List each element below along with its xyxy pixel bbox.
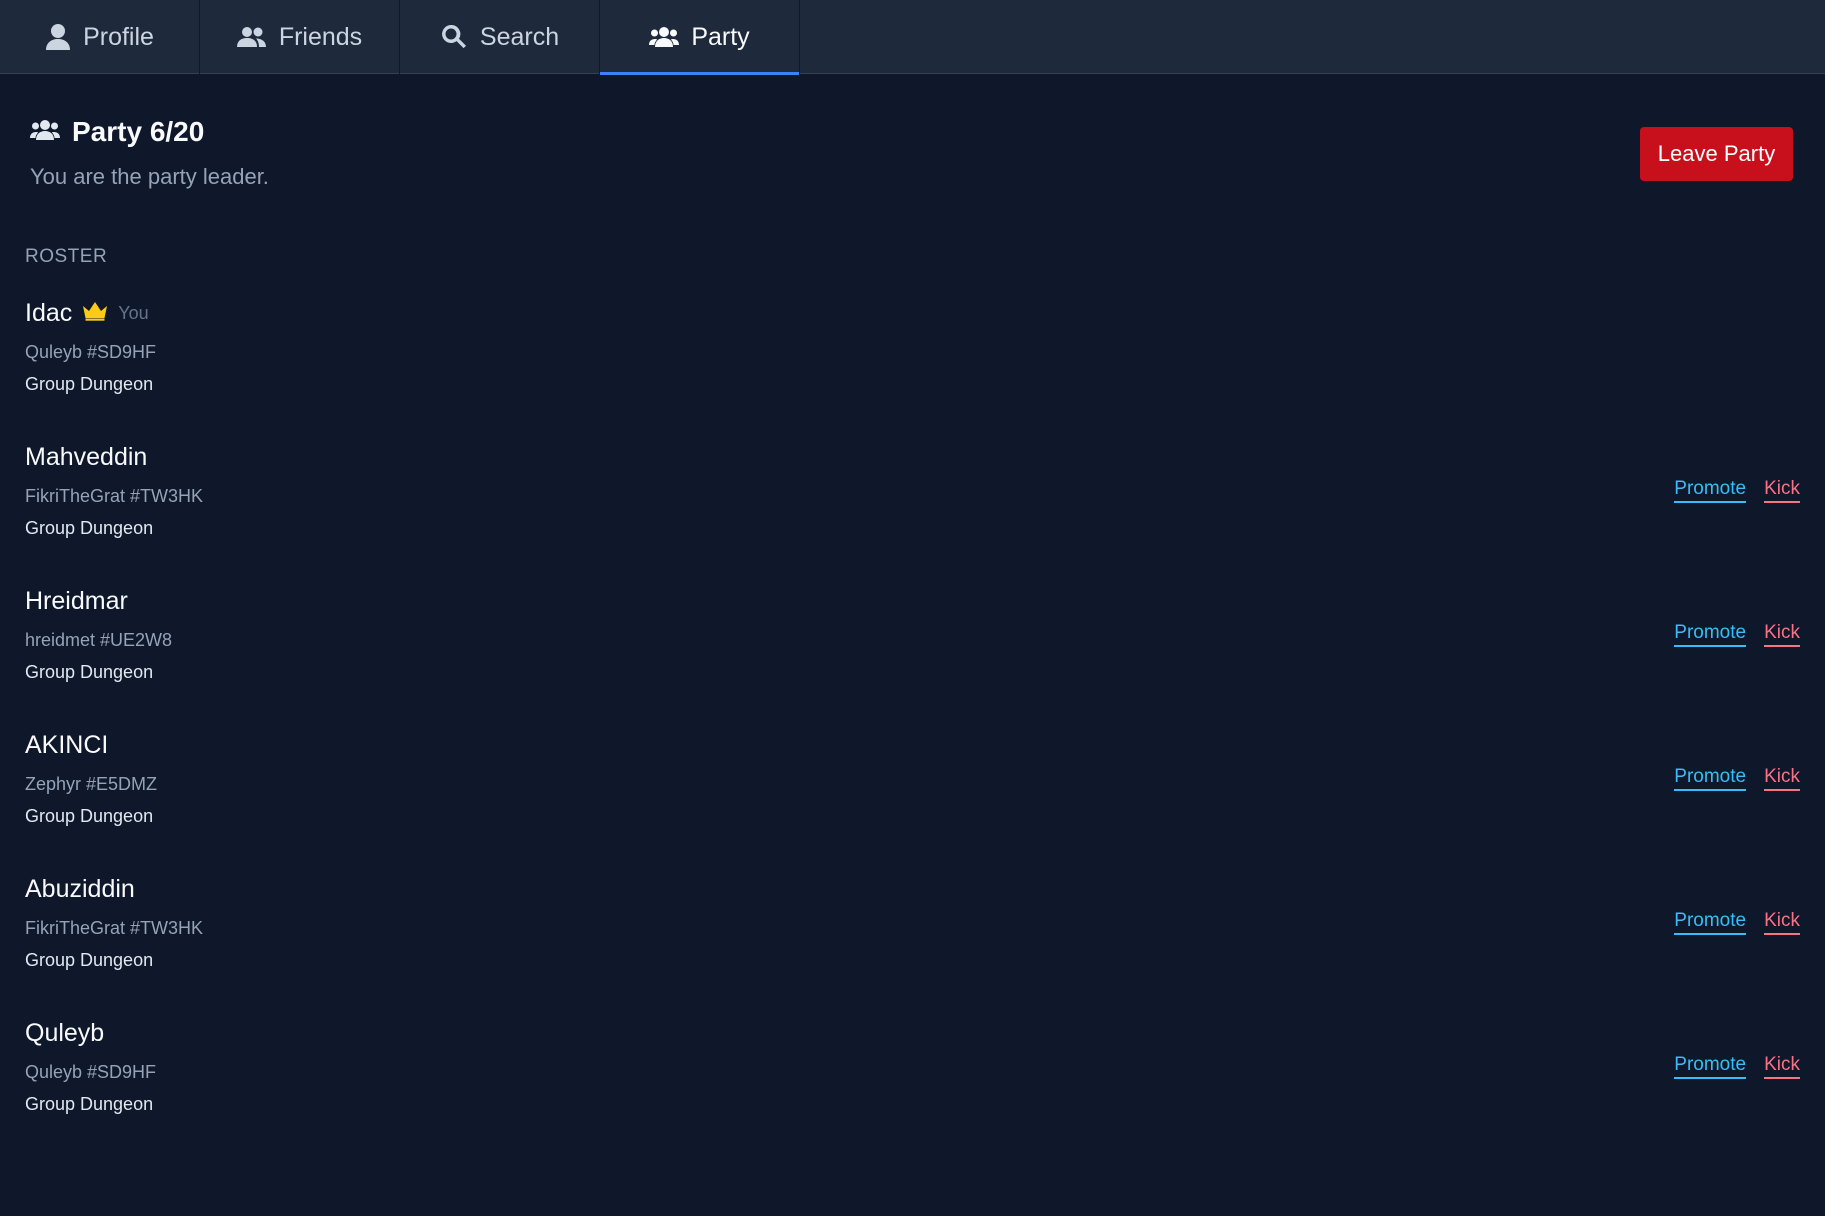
roster-member: AKINCI Zephyr #E5DMZ Group Dungeon Promo… [25,726,1800,870]
member-tag: Quleyb #SD9HF [25,342,157,362]
roster-label: ROSTER [25,246,108,267]
member-actions: Promote Kick [1674,478,1800,503]
promote-link[interactable]: Promote [1674,910,1747,935]
member-tag: Zephyr #E5DMZ [25,774,158,794]
tab-bar: Profile Friends Search Party [0,0,1825,75]
party-header: Party 6/20 You are the party leader. [30,116,269,190]
tab-search[interactable]: Search [400,0,600,74]
crown-icon [82,301,108,326]
member-name: Idac [25,298,73,327]
kick-link[interactable]: Kick [1764,478,1800,503]
roster-member: Mahveddin FikriTheGrat #TW3HK Group Dung… [25,438,1800,582]
member-tag: Quleyb #SD9HF [25,1062,157,1082]
member-activity: Group Dungeon [25,950,154,970]
member-activity: Group Dungeon [25,662,154,682]
party-title: Party 6/20 [72,116,205,147]
party-icon [30,119,60,146]
roster-member: Hreidmar hreidmet #UE2W8 Group Dungeon P… [25,582,1800,726]
roster-member: Quleyb Quleyb #SD9HF Group Dungeon Promo… [25,1014,1800,1158]
leave-party-button[interactable]: Leave Party [1640,127,1793,181]
promote-link[interactable]: Promote [1674,1054,1747,1079]
user-icon [45,23,71,51]
users-icon [236,26,267,48]
promote-link[interactable]: Promote [1674,766,1747,791]
member-name: Abuziddin [25,874,135,903]
member-actions: Promote Kick [1674,1054,1800,1079]
kick-link[interactable]: Kick [1764,1054,1800,1079]
promote-link[interactable]: Promote [1674,622,1747,647]
party-icon [649,26,680,48]
member-tag: FikriTheGrat #TW3HK [25,486,204,506]
tab-profile-label: Profile [83,22,154,51]
member-name: Quleyb [25,1018,105,1047]
tab-party-label: Party [691,22,750,51]
roster-member: Abuziddin FikriTheGrat #TW3HK Group Dung… [25,870,1800,1014]
roster-list: Idac You Quleyb #SD9HF Group Dungeon Mah… [25,294,1800,1158]
member-actions: Promote Kick [1674,910,1800,935]
member-tag: hreidmet #UE2W8 [25,630,173,650]
member-activity: Group Dungeon [25,374,154,394]
party-title-row: Party 6/20 [30,116,269,148]
member-activity: Group Dungeon [25,806,154,826]
member-name: Mahveddin [25,442,148,471]
member-name: AKINCI [25,730,109,759]
search-icon [440,23,468,51]
tab-party[interactable]: Party [600,0,800,75]
kick-link[interactable]: Kick [1764,910,1800,935]
member-actions: Promote Kick [1674,766,1800,791]
tab-search-label: Search [479,22,560,51]
member-name: Hreidmar [25,586,128,615]
promote-link[interactable]: Promote [1674,478,1747,503]
member-activity: Group Dungeon [25,518,154,538]
kick-link[interactable]: Kick [1764,766,1800,791]
member-actions: Promote Kick [1674,622,1800,647]
party-subtitle: You are the party leader. [30,164,269,189]
tab-friends[interactable]: Friends [200,0,400,74]
member-tag: FikriTheGrat #TW3HK [25,918,204,938]
you-badge: You [118,302,149,323]
kick-link[interactable]: Kick [1764,622,1800,647]
member-activity: Group Dungeon [25,1094,154,1114]
roster-member: Idac You Quleyb #SD9HF Group Dungeon [25,294,1800,438]
tab-profile[interactable]: Profile [0,0,200,74]
tab-friends-label: Friends [278,22,363,51]
